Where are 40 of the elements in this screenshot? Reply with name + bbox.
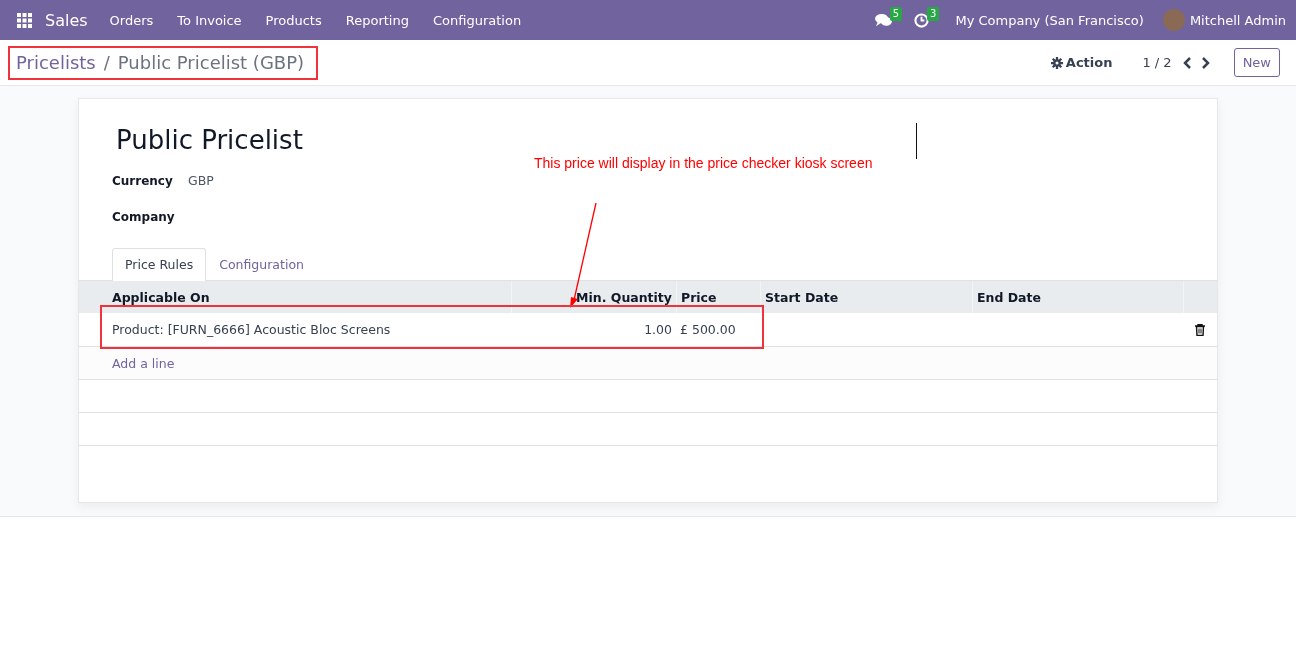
tab[interactable]: Price Rules <box>112 248 207 281</box>
breadcrumb-current: Public Pricelist (GBP) <box>117 51 305 74</box>
text-cursor <box>916 123 917 159</box>
field-label: Company <box>112 210 176 224</box>
breadcrumb-link[interactable]: Pricelists <box>16 51 96 74</box>
trash-icon[interactable] <box>1195 323 1205 336</box>
menu-item[interactable]: Products <box>265 12 322 28</box>
menu-item[interactable]: Orders <box>109 12 154 28</box>
menu-item[interactable]: Configuration <box>432 12 522 28</box>
column-header[interactable]: Start Date <box>760 281 972 313</box>
user-name[interactable]: Mitchell Admin <box>1189 12 1286 28</box>
next-icon[interactable] <box>1200 55 1211 70</box>
new-button[interactable]: New <box>1233 48 1280 77</box>
add-line-link[interactable]: Add a line <box>112 355 175 371</box>
tab[interactable]: Configuration <box>206 248 317 280</box>
column-header[interactable]: Min. Quantity <box>511 281 676 313</box>
column-header[interactable]: End Date <box>972 281 1183 313</box>
menu-item[interactable]: To Invoice <box>177 12 242 28</box>
previous-icon[interactable] <box>1181 55 1192 70</box>
apps-menu-icon[interactable] <box>17 12 32 28</box>
clock-icon[interactable] <box>914 12 930 28</box>
company-switcher[interactable]: My Company (San Francisco) <box>955 12 1144 28</box>
gear-icon <box>1050 56 1063 69</box>
pager-value[interactable]: 1 / 2 <box>1142 55 1172 70</box>
field-label: Currency <box>112 174 174 188</box>
app-name[interactable]: Sales <box>45 10 88 30</box>
field-value[interactable]: GBP <box>188 173 1217 188</box>
menu-item[interactable]: Reporting <box>345 12 409 28</box>
column-header[interactable]: Applicable On <box>79 281 511 313</box>
column-header[interactable]: Price <box>676 281 760 313</box>
chat-icon[interactable] <box>874 12 892 28</box>
record-title: Public Pricelist <box>116 125 303 155</box>
breadcrumb-separator: / <box>103 51 110 74</box>
table-cell-text: Product: [FURN_6666] Acoustic Bloc Screens <box>111 322 392 337</box>
message-count: 5 <box>889 7 903 21</box>
table-cell-text: 1.00 <box>643 322 673 337</box>
action-button[interactable]: Action <box>1050 55 1113 70</box>
activity-count: 3 <box>927 7 940 21</box>
annotation-text: This price will display in the price checker kiosk screen <box>534 155 873 171</box>
table-cell-text: £ 500.00 <box>679 322 737 337</box>
